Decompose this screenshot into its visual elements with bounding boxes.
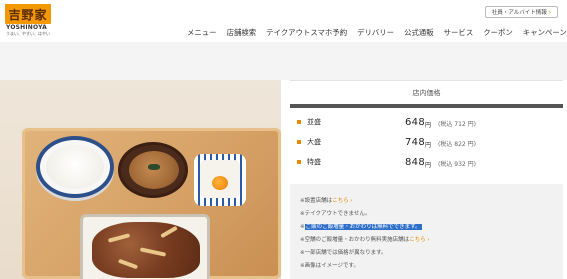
price-value: 648: [405, 116, 425, 128]
divider: [290, 104, 563, 108]
yen-unit: 円: [425, 142, 432, 149]
yen-unit: 円: [425, 122, 432, 129]
site-header: 吉野家 YOSHINOYA うまい、やすい、はやい 社員・アルバイト情報 › メ…: [0, 0, 567, 42]
recruit-info-button[interactable]: 社員・アルバイト情報 ›: [485, 6, 558, 18]
logo-kanji: 吉野家: [8, 7, 48, 22]
tax-included-price: (税込 822 円): [438, 141, 476, 148]
logo-mark: 吉野家: [5, 4, 51, 24]
note-line: ※一部店舗では価格が異なります。: [300, 248, 387, 256]
bullet-square-icon: [297, 120, 301, 124]
price-row: 特盛 848 円 (税込 932 円): [297, 156, 487, 169]
nav-item-takeout[interactable]: テイクアウトスマホ予約: [266, 27, 347, 38]
price-row: 並盛 648 円 (税込 712 円): [297, 116, 487, 129]
note-line: ※空舗のご飯増量・おかわり無料実施店舗はこちら ›: [300, 235, 430, 243]
nav-item-service[interactable]: サービス: [444, 27, 474, 38]
store-list-link[interactable]: こちら ›: [332, 198, 352, 204]
nav-item-store-search[interactable]: 店舗検索: [227, 27, 257, 38]
size-label: 並盛: [307, 118, 321, 126]
egg-yolk: [212, 176, 228, 190]
global-nav: メニュー 店舗検索 テイクアウトスマホ予約 デリバリー 公式通販 サービス クー…: [187, 27, 567, 38]
note-text: ※画像はイメージです。: [300, 263, 359, 269]
chevron-right-icon: ›: [548, 8, 552, 16]
note-line: ※画像はイメージです。: [300, 261, 359, 269]
price-panel-title: 店内価格: [412, 88, 441, 97]
nav-item-menu[interactable]: メニュー: [187, 27, 217, 38]
gray-band: [0, 42, 567, 80]
note-line: ※テイクアウトできません。: [300, 209, 370, 217]
bullet-square-icon: [297, 140, 301, 144]
free-refill-stores-link[interactable]: こちら ›: [409, 237, 429, 243]
logo-english: YOSHINOYA: [6, 24, 47, 31]
price-row: 大盛 748 円 (税込 822 円): [297, 136, 487, 149]
price-panel-header: 店内価格: [290, 80, 563, 104]
logo-tagline: うまい、やすい、はやい: [6, 31, 50, 36]
yoshinoya-logo[interactable]: 吉野家 YOSHINOYA うまい、やすい、はやい: [5, 4, 51, 37]
note-text: ※テイクアウトできません。: [300, 211, 371, 217]
recruit-label: 社員・アルバイト情報: [491, 10, 547, 16]
note-text: ※設置店舗は: [300, 198, 333, 204]
notes-box: ※設置店舗はこちら › ※テイクアウトできません。 ※ご飯のご飯増量・おかわりは…: [290, 184, 563, 279]
price-value: 748: [405, 136, 425, 148]
nav-item-campaign[interactable]: キャンペーン: [523, 27, 567, 38]
price-panel: 店内価格 並盛 648 円 (税込 712 円) 大盛 748 円 (税込 82…: [290, 80, 563, 180]
bullet-square-icon: [297, 160, 301, 164]
gyudon-set-photo: [0, 80, 281, 279]
note-line: ※設置店舗はこちら ›: [300, 196, 353, 204]
nav-item-delivery[interactable]: デリバリー: [357, 27, 394, 38]
tax-included-price: (税込 712 円): [438, 121, 476, 128]
price-value: 848: [405, 156, 425, 168]
note-line: ※ご飯のご飯増量・おかわりは無料でできます。: [300, 224, 422, 230]
selected-text-highlight: ご飯のご飯増量・おかわりは無料でできます。: [304, 224, 422, 230]
tax-included-price: (税込 932 円): [438, 161, 476, 168]
size-label: 特盛: [307, 158, 321, 166]
note-text: ※一部店舗では価格が異なります。: [300, 250, 387, 256]
miso-soup-bowl: [118, 142, 188, 198]
nav-item-online-shop[interactable]: 公式通販: [404, 27, 434, 38]
yen-unit: 円: [425, 162, 432, 169]
rice-bowl: [36, 136, 114, 198]
note-text: ※空舗のご飯増量・おかわり無料実施店舗は: [300, 237, 410, 243]
size-label: 大盛: [307, 138, 321, 146]
nav-item-coupon[interactable]: クーポン: [483, 27, 513, 38]
